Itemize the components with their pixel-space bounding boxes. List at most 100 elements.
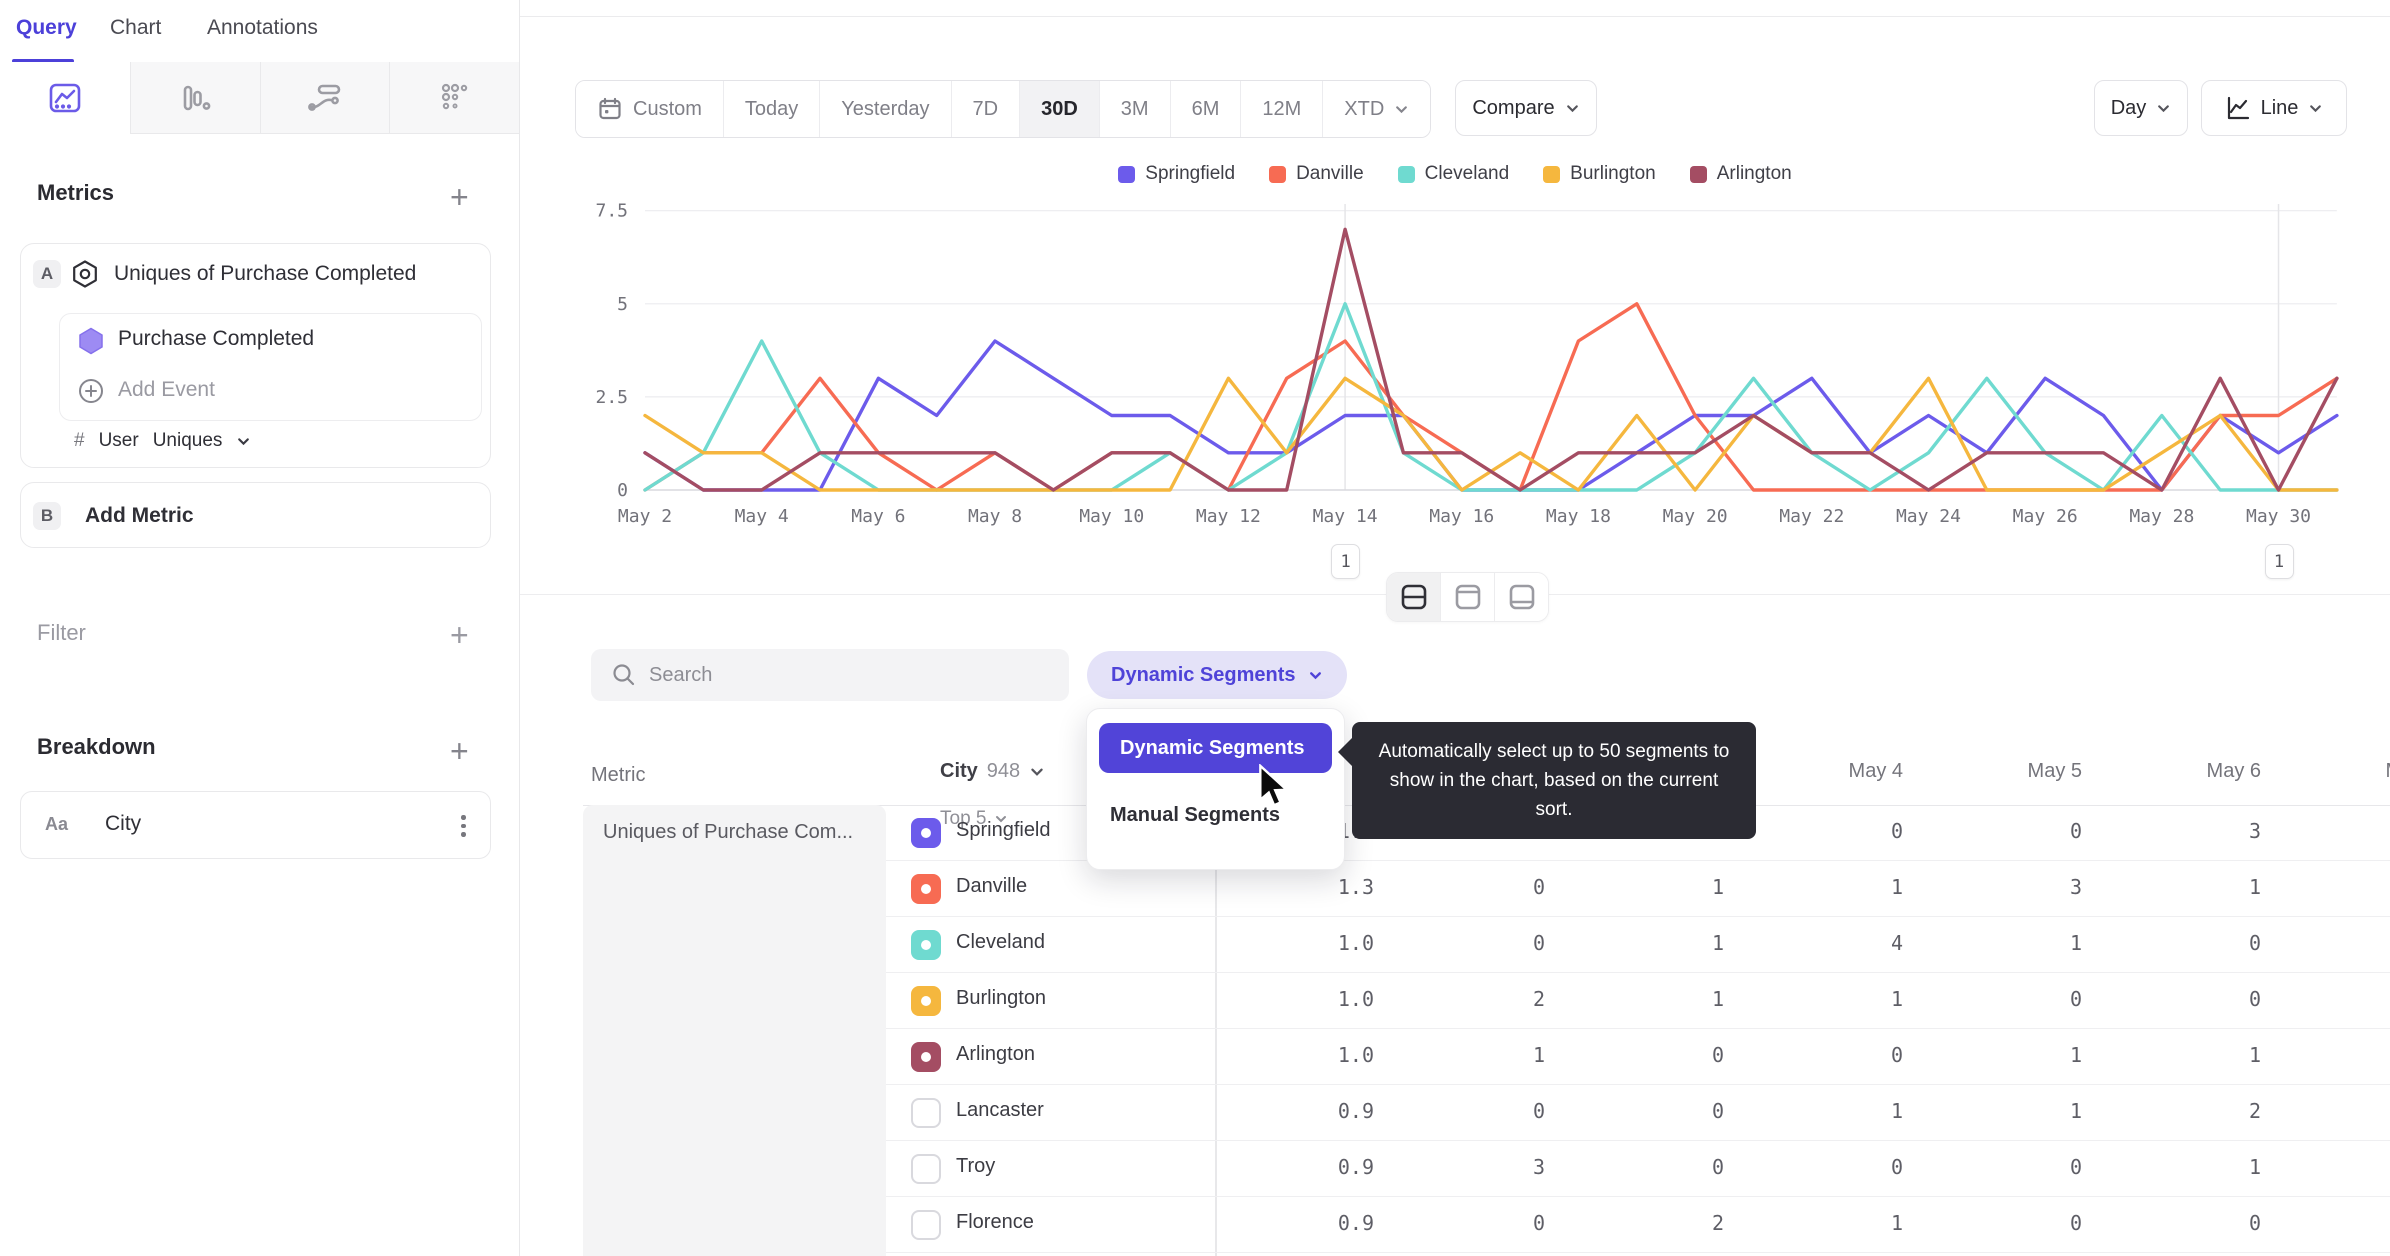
range-12m[interactable]: 12M bbox=[1240, 81, 1323, 137]
layout-table-button[interactable] bbox=[1494, 573, 1548, 621]
dropdown-item-manual-segments[interactable]: Manual Segments bbox=[1110, 804, 1280, 827]
chart-type-bar[interactable] bbox=[129, 62, 260, 134]
cell-value: 2 bbox=[1711, 1211, 1724, 1235]
segment-name: Danville bbox=[956, 875, 1028, 897]
metric-card-a: A Uniques of Purchase Completed Purchase… bbox=[20, 243, 491, 468]
line-chart[interactable]: 0 2.5 5 7.5 May 2 May 4 May 6 May 8 May 10 May 12… bbox=[520, 190, 2390, 540]
search-input[interactable] bbox=[591, 649, 1069, 701]
breakdown-column-header[interactable]: City 948 bbox=[940, 760, 1045, 783]
layout-split-button[interactable] bbox=[1387, 573, 1440, 621]
granularity-button[interactable]: Day bbox=[2094, 80, 2188, 136]
cell-value: 1 bbox=[1890, 875, 1903, 899]
range-custom[interactable]: Custom bbox=[576, 81, 723, 137]
segment-checkbox-unchecked[interactable] bbox=[911, 1154, 941, 1184]
add-metric-label: Add Metric bbox=[85, 504, 194, 527]
event-hexagon-icon bbox=[78, 327, 104, 355]
layout-chart-button[interactable] bbox=[1440, 573, 1494, 621]
add-metric-plus-icon[interactable]: + bbox=[450, 181, 469, 213]
range-6m[interactable]: 6M bbox=[1169, 81, 1241, 137]
series-arlington bbox=[643, 227, 2339, 492]
annotation-marker[interactable]: 1 bbox=[2264, 544, 2294, 579]
cell-value: 1 bbox=[2248, 1155, 2261, 1179]
tab-annotations[interactable]: Annotations bbox=[207, 16, 318, 40]
legend-item-springfield[interactable]: Springfield bbox=[1118, 163, 1235, 185]
bottom-layout-icon bbox=[1509, 584, 1534, 610]
segment-checkbox-checked[interactable] bbox=[911, 930, 941, 960]
chart-type-scatter[interactable] bbox=[389, 62, 519, 134]
chevron-down-icon bbox=[236, 434, 251, 449]
sidebar-tabs: Query Chart Annotations bbox=[0, 0, 519, 63]
legend-item-arlington[interactable]: Arlington bbox=[1689, 163, 1792, 185]
chevron-down-icon bbox=[1031, 768, 1043, 776]
svg-text:May 12: May 12 bbox=[1196, 506, 1261, 527]
segment-checkbox-checked[interactable] bbox=[911, 1042, 941, 1072]
segment-checkbox-checked[interactable] bbox=[911, 986, 941, 1016]
range-30d[interactable]: 30D bbox=[1019, 81, 1099, 137]
chart-type-flow[interactable] bbox=[259, 62, 390, 134]
cell-value: 0 bbox=[2069, 1211, 2082, 1235]
tab-chart[interactable]: Chart bbox=[110, 16, 161, 40]
legend-item-danville[interactable]: Danville bbox=[1269, 163, 1364, 185]
measure-scope: User bbox=[98, 430, 139, 451]
dynamic-segments-tooltip: Automatically select up to 50 segments t… bbox=[1338, 722, 1756, 839]
cell-value: 1 bbox=[1711, 931, 1724, 955]
segment-name: Arlington bbox=[956, 1043, 1035, 1065]
add-breakdown-plus-icon[interactable]: + bbox=[450, 735, 469, 767]
range-yesterday[interactable]: Yesterday bbox=[819, 81, 951, 137]
svg-text:May 30: May 30 bbox=[2246, 506, 2311, 527]
legend-item-burlington[interactable]: Burlington bbox=[1543, 163, 1656, 185]
chart-type-line[interactable] bbox=[0, 62, 130, 134]
cell-value: 0 bbox=[1890, 1155, 1903, 1179]
segment-name: Springfield bbox=[956, 819, 1051, 841]
event-name[interactable]: Purchase Completed bbox=[118, 327, 314, 351]
range-3m[interactable]: 3M bbox=[1098, 81, 1170, 137]
svg-text:May 6: May 6 bbox=[851, 506, 905, 527]
svg-text:5: 5 bbox=[617, 294, 628, 315]
date-header[interactable]: May 5 bbox=[1927, 760, 2106, 790]
cell-value: 1 bbox=[1890, 1099, 1903, 1123]
add-event-button[interactable]: Add Event bbox=[118, 378, 215, 402]
legend-item-cleveland[interactable]: Cleveland bbox=[1397, 163, 1509, 185]
date-header[interactable]: May 6 bbox=[2106, 760, 2285, 790]
segment-checkbox-checked[interactable] bbox=[911, 874, 941, 904]
chart-style-button[interactable]: Line bbox=[2201, 80, 2347, 136]
property-type-icon: Aa bbox=[45, 814, 69, 834]
segment-checkbox-unchecked[interactable] bbox=[911, 1098, 941, 1128]
segment-mode-pill[interactable]: Dynamic Segments bbox=[1087, 651, 1347, 699]
range-today[interactable]: Today bbox=[722, 81, 820, 137]
event-block: Purchase Completed Add Event bbox=[59, 313, 482, 421]
legend-swatch bbox=[1269, 165, 1287, 183]
segment-checkbox-unchecked[interactable] bbox=[911, 1210, 941, 1240]
segment-checkbox-checked[interactable] bbox=[911, 818, 941, 848]
breakdown-property: City bbox=[105, 812, 142, 835]
cell-value: 0 bbox=[1532, 931, 1545, 955]
legend-swatch bbox=[1397, 165, 1415, 183]
date-header[interactable]: May 7 bbox=[2285, 760, 2390, 790]
calendar-icon bbox=[599, 97, 621, 120]
measure-type: Uniques bbox=[152, 430, 223, 451]
svg-text:May 4: May 4 bbox=[735, 506, 789, 527]
add-event-icon bbox=[78, 378, 104, 404]
kebab-menu-icon[interactable] bbox=[461, 815, 466, 837]
cell-value: 3 bbox=[2069, 875, 2082, 899]
sidebar-divider bbox=[519, 0, 520, 1256]
flow-chart-icon bbox=[306, 80, 344, 116]
add-metric-card[interactable]: B Add Metric bbox=[20, 482, 491, 548]
metric-badge-b: B bbox=[33, 502, 61, 530]
breakdown-city-card[interactable]: Aa City bbox=[20, 791, 491, 859]
add-filter-plus-icon[interactable]: + bbox=[450, 619, 469, 651]
main-top-border bbox=[520, 16, 2390, 17]
date-header[interactable]: May 4 bbox=[1748, 760, 1927, 790]
svg-text:May 18: May 18 bbox=[1546, 506, 1611, 527]
tab-query[interactable]: Query bbox=[16, 16, 77, 40]
svg-text:May 16: May 16 bbox=[1429, 506, 1494, 527]
compare-button[interactable]: Compare bbox=[1455, 80, 1597, 136]
dropdown-item-dynamic-segments[interactable]: Dynamic Segments bbox=[1099, 723, 1332, 773]
range-7d[interactable]: 7D bbox=[950, 81, 1020, 137]
annotation-marker[interactable]: 1 bbox=[1331, 544, 1361, 579]
range-xtd[interactable]: XTD bbox=[1322, 81, 1431, 137]
cell-value: 0 bbox=[2069, 819, 2082, 843]
measure-selector[interactable]: # User Uniques bbox=[74, 430, 251, 452]
segment-name: Florence bbox=[956, 1211, 1034, 1233]
metric-title[interactable]: Uniques of Purchase Completed bbox=[114, 262, 416, 286]
